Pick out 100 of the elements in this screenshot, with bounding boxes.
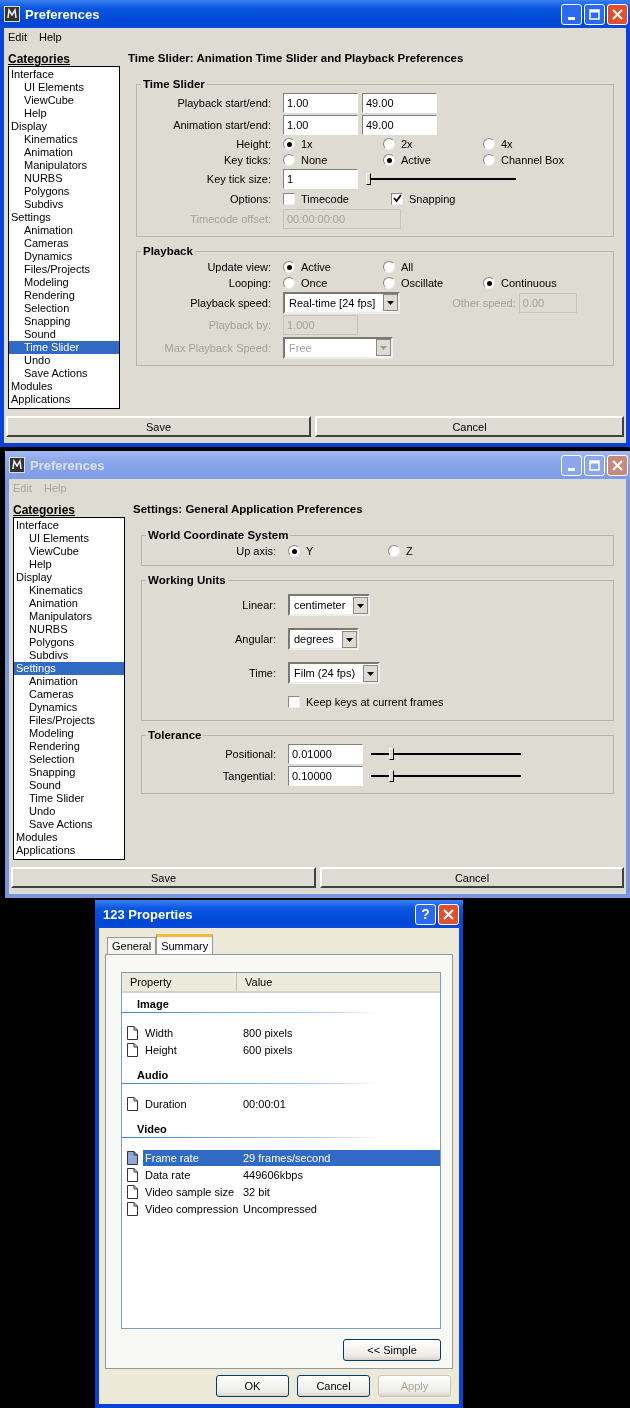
category-item[interactable]: Sound — [14, 779, 124, 792]
tab[interactable]: General — [107, 937, 157, 954]
list-row[interactable]: Height 600 pixels — [122, 1041, 440, 1058]
checkbox-label[interactable]: Timecode — [301, 192, 349, 205]
category-item[interactable]: Polygons — [9, 185, 119, 198]
dropdown[interactable]: Real-time [24 fps] — [283, 291, 401, 314]
category-item[interactable]: Interface — [9, 68, 119, 81]
category-item[interactable]: Files/Projects — [9, 263, 119, 276]
category-item[interactable]: Display — [14, 571, 124, 584]
slider-thumb[interactable] — [366, 172, 371, 185]
radio-label[interactable]: 1x — [301, 138, 313, 150]
close-button[interactable] — [607, 3, 628, 25]
checkbox-label[interactable]: Keep keys at current frames — [306, 696, 444, 708]
category-item[interactable]: Subdivs — [9, 198, 119, 211]
category-item[interactable]: NURBS — [14, 623, 124, 636]
category-item[interactable]: ViewCube — [9, 94, 119, 107]
category-item[interactable]: Help — [14, 558, 124, 571]
list-row[interactable]: Data rate 449606kbps — [122, 1166, 440, 1183]
category-item[interactable]: Time Slider — [9, 341, 119, 354]
category-item[interactable]: Cameras — [9, 237, 119, 250]
tab[interactable]: Summary — [156, 934, 214, 954]
column-header[interactable]: Value — [237, 973, 440, 991]
radio-button[interactable] — [383, 277, 395, 289]
category-item[interactable]: Modeling — [9, 276, 119, 289]
category-item[interactable]: Applications — [9, 393, 119, 406]
category-list[interactable] — [13, 517, 125, 860]
dialog-button[interactable]: OK — [216, 1375, 289, 1397]
category-item[interactable]: UI Elements — [14, 532, 124, 545]
category-item[interactable]: Files/Projects — [14, 714, 124, 727]
list-row[interactable]: Duration 00:00:01 — [122, 1095, 440, 1112]
text-field[interactable]: 0.01000 — [288, 744, 363, 764]
category-item[interactable]: ViewCube — [14, 545, 124, 558]
maximize-button[interactable] — [584, 3, 605, 25]
category-item[interactable]: Selection — [9, 302, 119, 315]
category-item[interactable]: Time Slider — [14, 792, 124, 805]
category-item[interactable]: Animation — [9, 146, 119, 159]
category-item[interactable]: Applications — [14, 844, 124, 857]
checkbox[interactable] — [283, 192, 295, 205]
category-item[interactable]: Undo — [14, 805, 124, 818]
category-item[interactable]: Cameras — [14, 688, 124, 701]
list-row[interactable]: Video compression Uncompressed — [122, 1200, 440, 1217]
category-item[interactable]: Sound — [9, 328, 119, 341]
radio-label[interactable]: 4x — [501, 138, 513, 150]
close-button[interactable] — [607, 454, 628, 476]
radio-button[interactable] — [383, 154, 395, 166]
category-item[interactable]: Save Actions — [9, 367, 119, 380]
slider-thumb[interactable] — [389, 748, 394, 760]
checkbox[interactable] — [288, 696, 300, 708]
radio-label[interactable]: Y — [306, 545, 314, 557]
list-row[interactable]: Frame rate 29 frames/second — [122, 1149, 440, 1166]
dropdown[interactable]: centimeter — [288, 594, 371, 616]
category-item[interactable]: Settings — [9, 211, 119, 224]
radio-label[interactable]: Once — [301, 277, 328, 289]
category-item[interactable]: Modules — [9, 380, 119, 393]
radio-button[interactable] — [283, 277, 295, 289]
category-item[interactable]: Snapping — [14, 766, 124, 779]
radio-button[interactable] — [283, 154, 295, 166]
radio-label[interactable]: Oscillate — [401, 277, 444, 289]
radio-label[interactable]: Continuous — [501, 277, 557, 289]
text-field[interactable]: 1.00 — [283, 115, 358, 135]
category-item[interactable]: Interface — [14, 519, 124, 532]
text-field[interactable]: 1 — [283, 168, 358, 189]
category-item[interactable]: Snapping — [9, 315, 119, 328]
category-item[interactable]: Manipulators — [14, 610, 124, 623]
checkbox[interactable] — [391, 192, 403, 205]
menu-item[interactable]: Help — [38, 31, 62, 43]
radio-button[interactable] — [483, 154, 495, 166]
radio-button[interactable] — [283, 138, 295, 150]
list-row[interactable]: Video sample size 32 bit — [122, 1183, 440, 1200]
dropdown[interactable]: degrees — [288, 628, 359, 650]
category-item[interactable]: Display — [9, 120, 119, 133]
radio-button[interactable] — [388, 545, 400, 557]
column-header[interactable]: Property — [122, 973, 237, 991]
radio-label[interactable]: Channel Box — [501, 154, 564, 166]
radio-button[interactable] — [483, 138, 495, 150]
dialog-button[interactable]: Cancel — [315, 416, 624, 437]
category-item[interactable]: Animation — [14, 675, 124, 688]
category-list[interactable] — [8, 66, 120, 409]
radio-button[interactable] — [288, 545, 300, 557]
radio-button[interactable] — [383, 261, 395, 273]
category-item[interactable]: Settings — [14, 662, 124, 675]
dialog-button[interactable]: Cancel — [320, 867, 624, 888]
category-item[interactable]: Modeling — [14, 727, 124, 740]
radio-button[interactable] — [483, 277, 495, 289]
category-item[interactable]: UI Elements — [9, 81, 119, 94]
radio-label[interactable]: All — [401, 261, 414, 273]
category-item[interactable]: Animation — [14, 597, 124, 610]
category-item[interactable]: Kinematics — [14, 584, 124, 597]
category-item[interactable]: Kinematics — [9, 133, 119, 146]
category-item[interactable]: NURBS — [9, 172, 119, 185]
checkbox-label[interactable]: Snapping — [409, 192, 456, 205]
category-item[interactable]: Dynamics — [14, 701, 124, 714]
radio-label[interactable]: Z — [406, 545, 413, 557]
close-button[interactable] — [438, 903, 459, 925]
help-button[interactable]: ? — [415, 903, 436, 925]
category-item[interactable]: Dynamics — [9, 250, 119, 263]
dialog-button[interactable]: Save — [11, 867, 316, 888]
category-item[interactable]: Modules — [14, 831, 124, 844]
text-field[interactable]: 0.10000 — [288, 766, 363, 786]
category-item[interactable]: Selection — [14, 753, 124, 766]
